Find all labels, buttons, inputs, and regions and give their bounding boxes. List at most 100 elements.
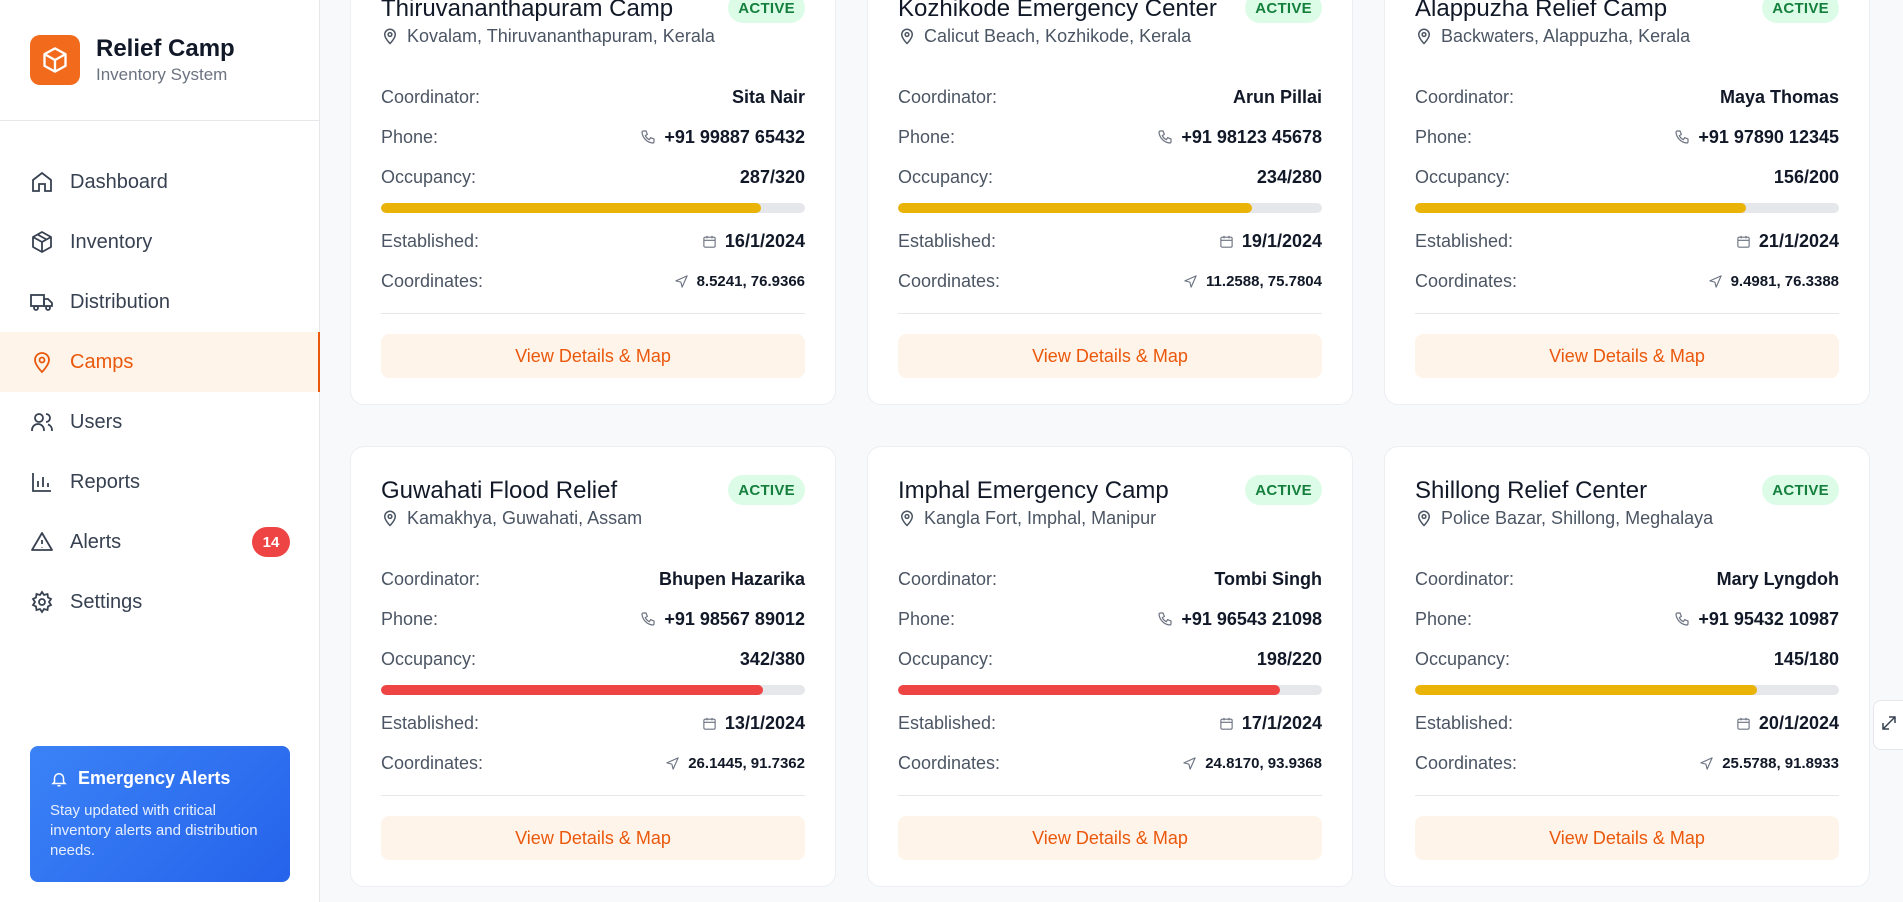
coordinator-value: Mary Lyngdoh [1716,568,1839,589]
coordinates-text: 26.1445, 91.7362 [688,754,805,772]
status-badge: ACTIVE [1762,0,1839,23]
gear-icon [30,590,54,614]
coordinator-label: Coordinator: [381,568,481,589]
coordinates-value: 26.1445, 91.7362 [665,755,805,772]
phone-label: Phone: [898,126,956,147]
occupancy-label: Occupancy: [381,166,477,187]
nav-item-users[interactable]: Users [0,392,320,452]
brand[interactable]: Relief Camp Inventory System [0,0,319,121]
truck-icon [30,290,54,314]
occupancy-value: 342/380 [739,648,805,669]
view-details-map-button[interactable]: View Details & Map [1415,816,1839,860]
emergency-alerts-title: Emergency Alerts [78,768,231,788]
camp-location: Calicut Beach, Kozhikode, Kerala [898,21,1322,51]
navigation-icon [1183,274,1198,289]
map-pin-icon [381,509,401,527]
map-pin-icon [381,27,401,45]
phone-number: +91 98567 89012 [664,608,805,629]
coordinator-row: Coordinator: Bhupen Hazarika [381,559,805,599]
occupancy-bar [898,685,1322,695]
phone-value[interactable]: +91 95432 10987 [1674,609,1839,630]
card-divider [1415,795,1839,796]
coordinates-label: Coordinates: [898,752,1001,773]
camp-name: Imphal Emergency Camp [898,477,1169,504]
occupancy-bar [381,685,805,695]
occupancy-bar [1415,203,1839,213]
occupancy-label: Occupancy: [381,648,477,669]
established-row: Established: 17/1/2024 [898,703,1322,743]
phone-value[interactable]: +91 99887 65432 [640,127,805,148]
camp-card: Alappuzha Relief Camp ACTIVE Backwaters,… [1384,0,1870,405]
nav-item-dashboard[interactable]: Dashboard [0,152,320,212]
navigation-icon [1182,756,1197,771]
established-date: 20/1/2024 [1758,712,1839,733]
location-text: Kangla Fort, Imphal, Manipur [924,507,1157,528]
occupancy-bar [1415,685,1839,695]
established-row: Established: 13/1/2024 [381,703,805,743]
camp-card: Thiruvananthapuram Camp ACTIVE Kovalam, … [350,0,836,405]
nav-item-settings[interactable]: Settings [0,572,320,632]
phone-value[interactable]: +91 96543 21098 [1157,609,1322,630]
bar-chart-icon [30,470,54,494]
established-label: Established: [381,230,480,251]
established-label: Established: [381,712,480,733]
phone-value[interactable]: +91 98567 89012 [640,609,805,630]
occupancy-row: Occupancy: 198/220 [898,639,1322,679]
emergency-alerts-panel[interactable]: Emergency Alerts Stay updated with criti… [30,746,290,882]
package-logo-icon [30,35,80,85]
status-badge: ACTIVE [1245,0,1322,23]
nav-item-inventory[interactable]: Inventory [0,212,320,272]
location-text: Police Bazar, Shillong, Meghalaya [1441,507,1714,528]
view-details-map-button[interactable]: View Details & Map [898,334,1322,378]
coordinates-text: 9.4981, 76.3388 [1730,272,1839,290]
collapse-handle[interactable] [1873,700,1903,750]
coordinates-row: Coordinates: 25.5788, 91.8933 [1415,743,1839,783]
navigation-icon [674,274,689,289]
phone-number: +91 95432 10987 [1698,608,1839,629]
view-details-map-button[interactable]: View Details & Map [381,334,805,378]
phone-number: +91 96543 21098 [1181,608,1322,629]
navigation-icon [1699,756,1714,771]
phone-icon [1157,611,1173,627]
occupancy-bar-fill [898,685,1280,695]
nav-item-distribution[interactable]: Distribution [0,272,320,332]
coordinates-text: 11.2588, 75.7804 [1206,272,1322,290]
phone-value[interactable]: +91 97890 12345 [1674,127,1839,148]
nav-item-camps[interactable]: Camps [0,332,320,392]
camp-location: Backwaters, Alappuzha, Kerala [1415,21,1839,51]
camp-location: Kamakhya, Guwahati, Assam [381,503,805,533]
occupancy-row: Occupancy: 156/200 [1415,157,1839,197]
occupancy-bar-fill [1415,685,1757,695]
phone-label: Phone: [1415,126,1473,147]
view-details-map-button[interactable]: View Details & Map [381,816,805,860]
view-details-map-button[interactable]: View Details & Map [898,816,1322,860]
occupancy-bar [898,203,1322,213]
coordinator-row: Coordinator: Arun Pillai [898,77,1322,117]
established-value: 16/1/2024 [702,231,805,252]
occupancy-label: Occupancy: [1415,648,1511,669]
phone-row: Phone: +91 98123 45678 [898,117,1322,157]
phone-row: Phone: +91 95432 10987 [1415,599,1839,639]
camp-card: Guwahati Flood Relief ACTIVE Kamakhya, G… [350,446,836,887]
nav-label: Camps [70,350,134,373]
camp-card: Imphal Emergency Camp ACTIVE Kangla Fort… [867,446,1353,887]
view-details-map-button[interactable]: View Details & Map [1415,334,1839,378]
phone-icon [640,611,656,627]
coordinates-label: Coordinates: [1415,270,1518,291]
phone-number: +91 98123 45678 [1181,126,1322,147]
nav-label: Settings [70,590,143,613]
established-label: Established: [1415,712,1514,733]
navigation-icon [665,756,680,771]
navigation-icon [1708,274,1723,289]
coordinator-value: Sita Nair [731,86,805,107]
calendar-icon [1736,716,1751,731]
status-badge: ACTIVE [728,475,805,505]
coordinator-value: Arun Pillai [1232,86,1322,107]
nav-item-reports[interactable]: Reports [0,452,320,512]
nav-item-alerts[interactable]: Alerts 14 [0,512,320,572]
established-value: 19/1/2024 [1219,231,1322,252]
occupancy-bar-fill [898,203,1253,213]
phone-label: Phone: [1415,608,1473,629]
calendar-icon [702,234,717,249]
phone-value[interactable]: +91 98123 45678 [1157,127,1322,148]
